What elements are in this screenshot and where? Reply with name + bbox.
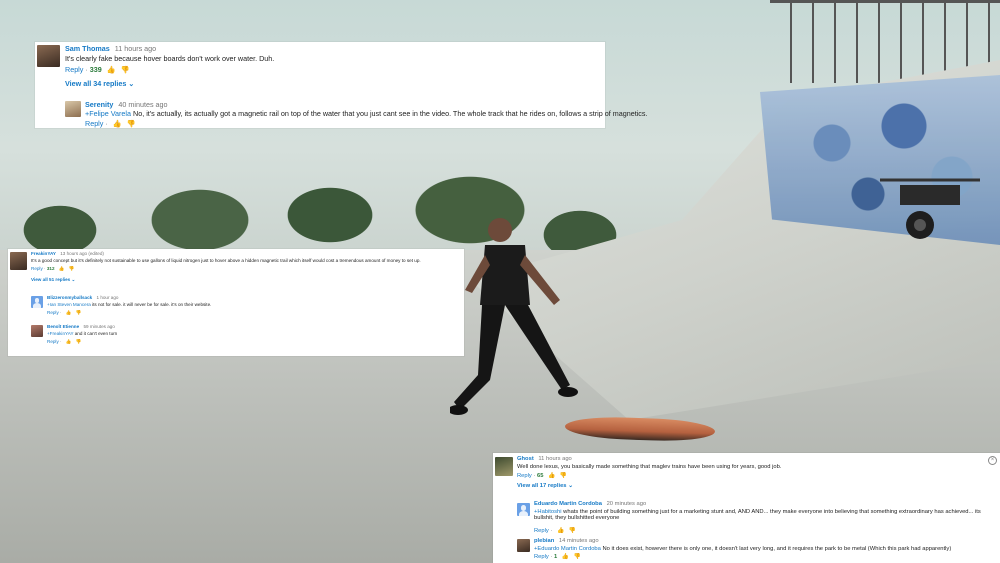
thumb-down-icon[interactable]: 👎 (69, 266, 75, 272)
like-count: 312 (46, 266, 55, 271)
avatar[interactable] (495, 457, 513, 476)
comment-actions: Reply · 312 👍 👎 (31, 266, 75, 272)
mention-link[interactable]: +Felipe Varela (85, 109, 131, 118)
like-count: 65 (537, 473, 544, 479)
thumb-up-icon[interactable]: 👍 (59, 266, 65, 272)
skater-figure (450, 218, 578, 415)
comment-author[interactable]: Benoît Etienne (47, 324, 79, 329)
reply-button[interactable]: Reply (65, 65, 83, 74)
comment-timestamp[interactable]: 11 hours ago (538, 456, 571, 462)
comment-timestamp[interactable]: 14 minutes ago (559, 538, 599, 544)
thumb-down-icon[interactable]: 👎 (76, 310, 82, 316)
comment-author[interactable]: FreakinYAY (31, 251, 56, 256)
comment-text: It's a good concept but it's definitely … (31, 258, 421, 263)
thumb-up-icon[interactable]: 👍 (66, 310, 72, 316)
comment-body: its not for sale. it will never be for s… (90, 302, 212, 307)
comment-panel-left: FreakinYAY 13 hours ago (edited) It's a … (8, 249, 464, 356)
like-count: 1 (554, 554, 558, 560)
comment-author[interactable]: plebian (534, 538, 554, 544)
avatar[interactable] (31, 325, 43, 337)
thumb-up-icon[interactable]: 👍 (66, 339, 72, 345)
comment-timestamp[interactable]: 40 minutes ago (118, 100, 167, 109)
comment-author[interactable]: Serenity (85, 100, 113, 109)
comment-actions: Reply · 👍 👎 (85, 119, 136, 128)
avatar[interactable] (517, 503, 530, 516)
comment-timestamp[interactable]: 13 hours ago (edited) (60, 251, 104, 256)
comment-body: No it does exist, however there is only … (600, 546, 952, 552)
reply-button[interactable]: Reply (534, 528, 549, 534)
comment-author[interactable]: Eduardo Martin Cordoba (534, 501, 602, 507)
thumb-down-icon[interactable]: 👎 (76, 339, 82, 345)
comment-text: +Ian Steven Mancera its not for sale. it… (47, 302, 211, 307)
view-all-label: View all 51 replies (31, 277, 71, 282)
comment-actions: Reply · 1 👍 👎 (534, 554, 581, 560)
avatar[interactable] (517, 539, 530, 552)
comment-body: whats the point of building something ju… (534, 509, 981, 521)
comment-timestamp[interactable]: 59 minutes ago (83, 324, 114, 329)
avatar[interactable] (65, 101, 81, 117)
comment-actions: Reply · 👍 👎 (47, 310, 82, 316)
comment-body: and it can't even turn (73, 331, 118, 336)
view-all-replies-link[interactable]: View all 34 replies ⌄ (65, 79, 134, 88)
avatar[interactable] (31, 296, 43, 308)
view-all-replies-link[interactable]: View all 51 replies ⌄ (31, 277, 75, 283)
camera-drone (880, 178, 980, 239)
comment-text: It's clearly fake because hover boards d… (65, 54, 275, 63)
comment-panel-top: Sam Thomas 11 hours ago It's clearly fak… (35, 42, 648, 128)
comment-actions: Reply · 65 👍 👎 (517, 473, 568, 479)
reply-button[interactable]: Reply (517, 473, 532, 479)
comment-text: +Felipe Varela No, it's actually, its ac… (85, 109, 648, 118)
avatar[interactable] (10, 252, 27, 270)
thumb-down-icon[interactable]: 👎 (569, 528, 576, 534)
reply-button[interactable]: Reply (47, 339, 59, 344)
comment-actions: Reply · 👍 👎 (534, 528, 577, 534)
comment-actions: Reply · 👍 👎 (47, 339, 82, 345)
mention-link[interactable]: +Eduardo Martin Cordoba (534, 546, 601, 552)
thumb-up-icon[interactable]: 👍 (557, 528, 564, 534)
comment-timestamp[interactable]: 1 hour ago (96, 295, 118, 300)
like-count: 339 (89, 65, 102, 74)
comment-timestamp[interactable]: 11 hours ago (115, 44, 156, 53)
mention-link[interactable]: +Ian Steven Mancera (47, 302, 91, 307)
comment-text: +Eduardo Martin Cordoba No it does exist… (534, 546, 951, 552)
thumb-up-icon[interactable]: 👍 (562, 554, 569, 560)
comment-author[interactable]: Sam Thomas (65, 44, 110, 53)
view-all-label: View all 34 replies (65, 79, 127, 88)
comment-author[interactable]: Ghost (517, 456, 534, 462)
thumb-up-icon[interactable]: 👍 (107, 65, 116, 74)
thumb-down-icon[interactable]: 👎 (121, 65, 130, 74)
chevron-down-icon: ⌄ (568, 483, 574, 489)
reply-button[interactable]: Reply (534, 554, 549, 560)
thumb-down-icon[interactable]: 👎 (560, 473, 567, 479)
reply-button[interactable]: Reply (47, 310, 59, 315)
view-all-label: View all 17 replies (517, 483, 567, 489)
comment-body: No, it's actually, its actually got a ma… (131, 109, 648, 118)
view-all-replies-link[interactable]: View all 17 replies ⌄ (517, 483, 573, 489)
comment-text: +FreakinYAY and it can't even turn (47, 331, 117, 336)
comment-panel-bottom: × Ghost 11 hours ago Well done lexus, yo… (493, 453, 1000, 563)
thumb-down-icon[interactable]: 👎 (574, 554, 581, 560)
comment-text: Well done lexus, you basically made some… (517, 464, 782, 470)
thumb-down-icon[interactable]: 👎 (127, 119, 136, 128)
thumb-up-icon[interactable]: 👍 (548, 473, 555, 479)
mention-link[interactable]: +FreakinYAY (47, 331, 73, 336)
comment-author[interactable]: Blizzeronmyballsack (47, 295, 92, 300)
avatar[interactable] (37, 45, 60, 67)
comment-timestamp[interactable]: 20 minutes ago (607, 501, 647, 507)
comment-text: +Habitoshi whats the point of building s… (534, 509, 994, 521)
comment-actions: Reply · 339 👍 👎 (65, 65, 130, 74)
chevron-down-icon: ⌄ (128, 79, 135, 88)
reply-button[interactable]: Reply (85, 119, 103, 128)
close-icon[interactable]: × (988, 456, 997, 465)
chevron-down-icon: ⌄ (71, 277, 76, 282)
thumb-up-icon[interactable]: 👍 (113, 119, 122, 128)
reply-button[interactable]: Reply (31, 266, 43, 271)
